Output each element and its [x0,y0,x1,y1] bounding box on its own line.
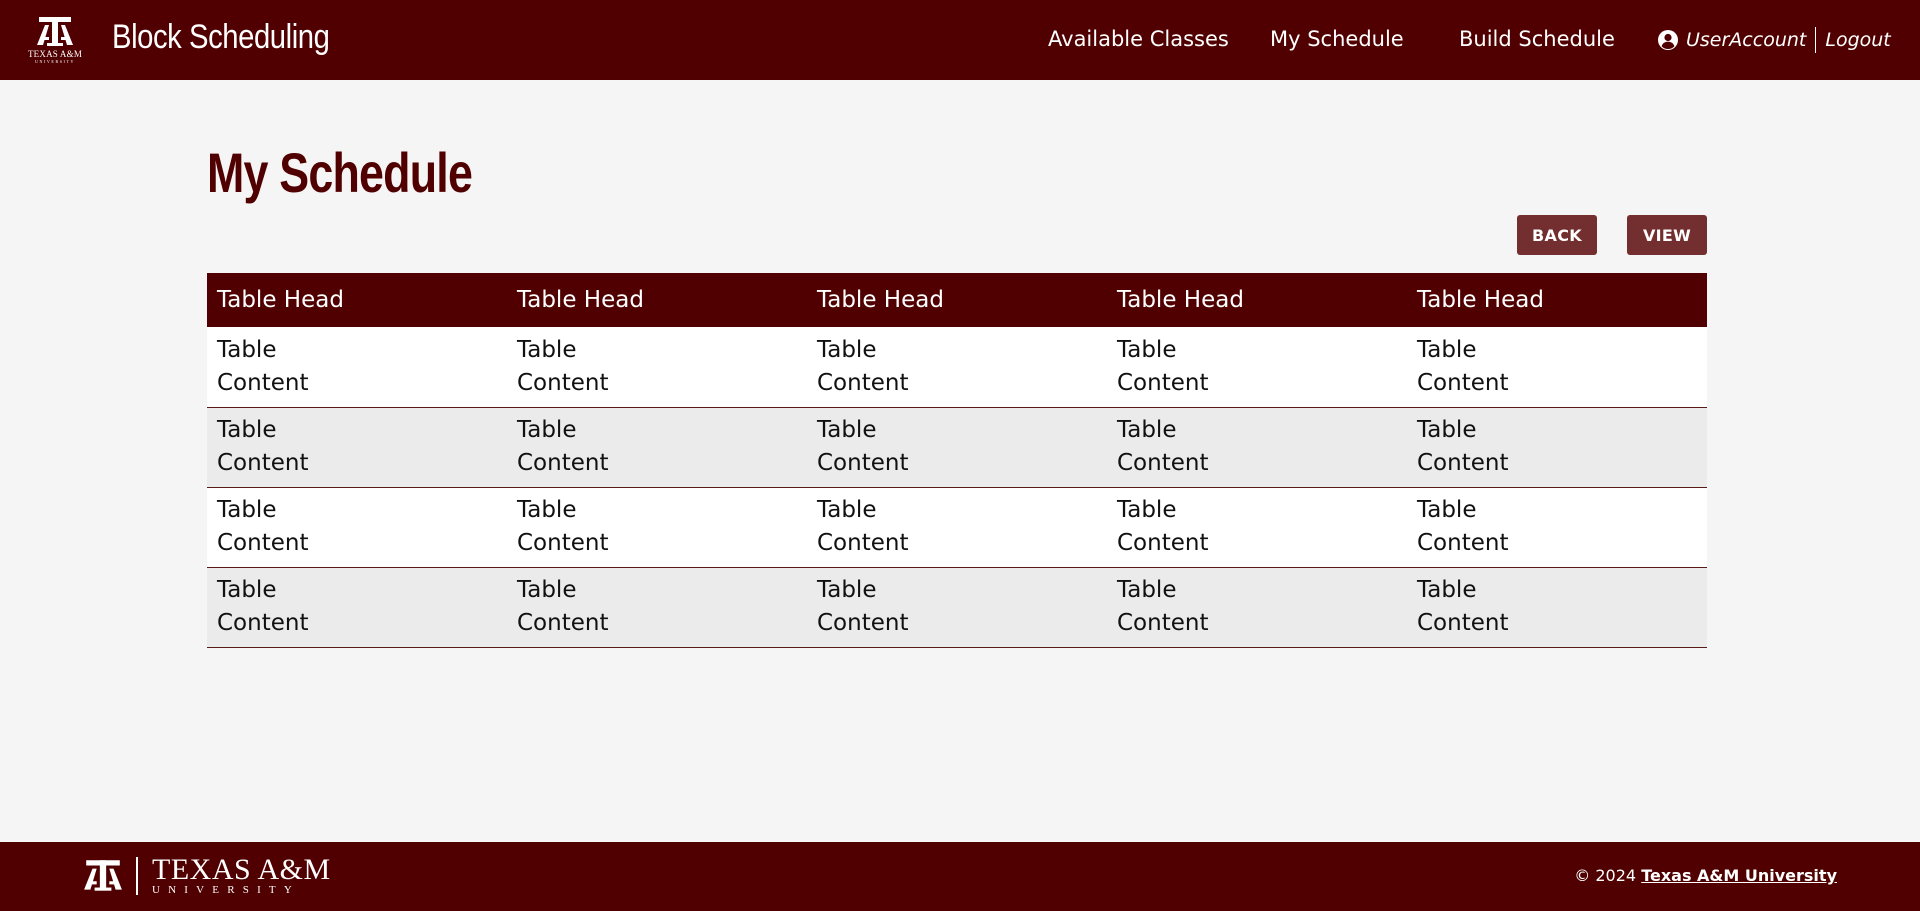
table-cell-text: Table Content [817,417,909,476]
table-cell-text: Table Content [1417,497,1509,556]
table-cell-text: Table Content [217,417,309,476]
table-cell-text: Table Content [517,336,609,396]
table-cell: Table Content [807,567,1107,647]
table-cell-text: Table Content [817,577,909,636]
table-header-cell[interactable]: Table Head [1107,273,1407,327]
table-header-row: Table Head Table Head Table Head Table H… [207,273,1707,327]
atm-logo-icon [84,860,122,891]
table-cell: Table Content [807,327,1107,407]
view-button[interactable]: VIEW [1627,215,1707,255]
back-button[interactable]: BACK [1517,215,1597,255]
table-cell: Table Content [507,567,807,647]
table-cell: Table Content [207,567,507,647]
table-row[interactable]: Table Content Table Content Table Conten… [207,327,1707,407]
table-cell-text: Table Content [1117,417,1209,476]
table-header-cell[interactable]: Table Head [1407,273,1707,327]
nav-my-schedule[interactable]: My Schedule [1270,27,1404,51]
logo-text: TEXAS A&M [27,48,83,59]
table-cell: Table Content [507,327,807,407]
table-cell: Table Content [1407,327,1707,407]
nav-available-classes[interactable]: Available Classes [1048,27,1229,51]
copyright: © 2024 Texas A&M University [1574,866,1837,885]
table-cell: Table Content [1107,407,1407,487]
page-title: My Schedule [207,141,473,204]
table-cell-text: Table Content [1117,497,1209,556]
top-navbar: TEXAS A&M UNIVERSITY Block Scheduling Av… [0,0,1920,80]
table-header-cell[interactable]: Table Head [507,273,807,327]
table-cell-text: Table Content [517,577,609,636]
table-cell: Table Content [507,407,807,487]
user-account-link[interactable]: UserAccount [1686,29,1806,51]
table-row[interactable]: Table Content Table Content Table Conten… [207,567,1707,647]
schedule-table: Table Head Table Head Table Head Table H… [207,273,1707,648]
table-cell: Table Content [207,407,507,487]
account-area: UserAccount Logout [1658,27,1891,53]
footer-logo[interactable]: TEXAS A&M UNIVERSITY [82,853,331,897]
footer-brand-sub: UNIVERSITY [152,884,300,896]
table-row[interactable]: Table Content Table Content Table Conten… [207,407,1707,487]
table-cell: Table Content [507,487,807,567]
table-cell-text: Table Content [817,336,909,396]
table-cell: Table Content [207,327,507,407]
account-divider [1815,27,1817,53]
footer-brand: TEXAS A&M UNIVERSITY [152,853,331,897]
table-cell: Table Content [1107,487,1407,567]
footer-brand-main: TEXAS A&M [152,853,331,886]
table-cell-text: Table Content [217,336,309,396]
tamu-logo[interactable]: TEXAS A&M UNIVERSITY [24,14,86,66]
table-cell-text: Table Content [217,497,309,556]
atm-logo-icon [37,16,73,46]
table-cell: Table Content [1407,567,1707,647]
copyright-link[interactable]: Texas A&M University [1641,866,1837,885]
user-circle-icon [1658,30,1678,50]
table-cell: Table Content [1407,407,1707,487]
table-cell: Table Content [807,487,1107,567]
table-cell: Table Content [1407,487,1707,567]
logout-link[interactable]: Logout [1825,29,1890,51]
table-cell-text: Table Content [1417,577,1509,636]
app-title[interactable]: Block Scheduling [112,18,330,57]
table-cell-text: Table Content [217,577,309,636]
copyright-prefix: © 2024 [1574,866,1637,885]
logo-subtext: UNIVERSITY [35,58,75,64]
table-cell-text: Table Content [1417,336,1509,396]
nav-build-schedule[interactable]: Build Schedule [1459,27,1615,51]
table-cell-text: Table Content [517,417,609,476]
footer-logo-divider [136,857,138,895]
table-row[interactable]: Table Content Table Content Table Conten… [207,487,1707,567]
table-header-cell[interactable]: Table Head [207,273,507,327]
table-cell: Table Content [807,407,1107,487]
table-header-cell[interactable]: Table Head [807,273,1107,327]
table-cell-text: Table Content [1417,417,1509,476]
table-cell-text: Table Content [1117,336,1209,396]
table-cell: Table Content [1107,567,1407,647]
table-cell-text: Table Content [1117,577,1209,636]
table-cell: Table Content [207,487,507,567]
table-cell-text: Table Content [817,497,909,556]
table-cell-text: Table Content [517,497,609,556]
table-cell: Table Content [1107,327,1407,407]
